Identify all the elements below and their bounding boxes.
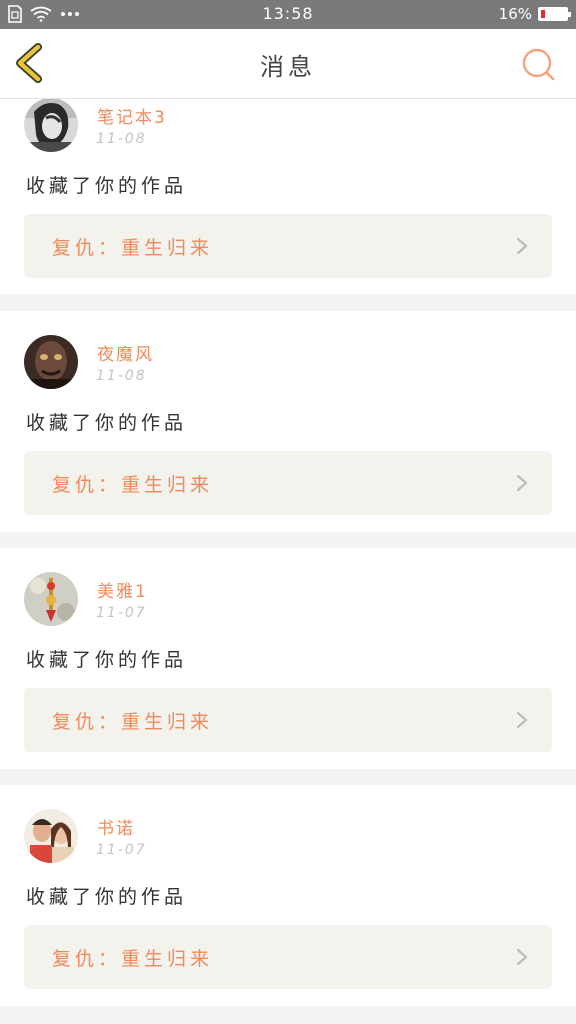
avatar[interactable]: [24, 809, 78, 863]
battery-percent: 16%: [498, 5, 532, 23]
avatar[interactable]: [24, 99, 78, 152]
notification-card: 美雅1 11-07 收藏了你的作品 复仇：重生归来: [0, 548, 576, 769]
username[interactable]: 书诺: [97, 814, 135, 839]
username[interactable]: 夜魔风: [97, 340, 154, 365]
chevron-right-icon: [516, 475, 528, 491]
work-link[interactable]: 复仇：重生归来: [24, 688, 552, 752]
work-link[interactable]: 复仇：重生归来: [24, 925, 552, 989]
notification-card: 笔记本3 11-08 收藏了你的作品 复仇：重生归来: [0, 99, 576, 294]
status-time: 13:58: [262, 4, 314, 23]
status-bar: 13:58 16%: [0, 0, 576, 29]
work-link[interactable]: 复仇：重生归来: [24, 214, 552, 278]
username[interactable]: 笔记本3: [97, 103, 167, 128]
work-title: 复仇：重生归来: [52, 711, 214, 733]
notification-text: 收藏了你的作品: [26, 886, 188, 908]
notification-text: 收藏了你的作品: [26, 175, 188, 197]
chevron-right-icon: [516, 949, 528, 965]
avatar[interactable]: [24, 572, 78, 626]
notification-card: 夜魔风 11-08 收藏了你的作品 复仇：重生归来: [0, 311, 576, 532]
timestamp: 11-07: [96, 842, 147, 858]
notification-text: 收藏了你的作品: [26, 649, 188, 671]
username[interactable]: 美雅1: [97, 577, 148, 602]
timestamp: 11-08: [96, 368, 147, 384]
work-title: 复仇：重生归来: [52, 237, 214, 259]
chevron-right-icon: [516, 238, 528, 254]
work-link[interactable]: 复仇：重生归来: [24, 451, 552, 515]
search-icon: [522, 48, 555, 81]
notification-card: 书诺 11-07 收藏了你的作品 复仇：重生归来: [0, 785, 576, 1006]
chevron-right-icon: [516, 712, 528, 728]
work-title: 复仇：重生归来: [52, 948, 214, 970]
page-title: 消息: [260, 53, 316, 81]
status-right: 16%: [498, 5, 571, 23]
search-button[interactable]: [520, 46, 556, 82]
battery-level: [541, 10, 545, 18]
avatar[interactable]: [24, 335, 78, 389]
notification-text: 收藏了你的作品: [26, 412, 188, 434]
nav-bar: 消息: [0, 29, 576, 99]
battery-icon: [538, 7, 571, 21]
timestamp: 11-07: [96, 605, 147, 621]
work-title: 复仇：重生归来: [52, 474, 214, 496]
notification-list: 笔记本3 11-08 收藏了你的作品 复仇：重生归来 夜魔风 11-08 收藏了…: [0, 99, 576, 1024]
timestamp: 11-08: [96, 131, 147, 147]
